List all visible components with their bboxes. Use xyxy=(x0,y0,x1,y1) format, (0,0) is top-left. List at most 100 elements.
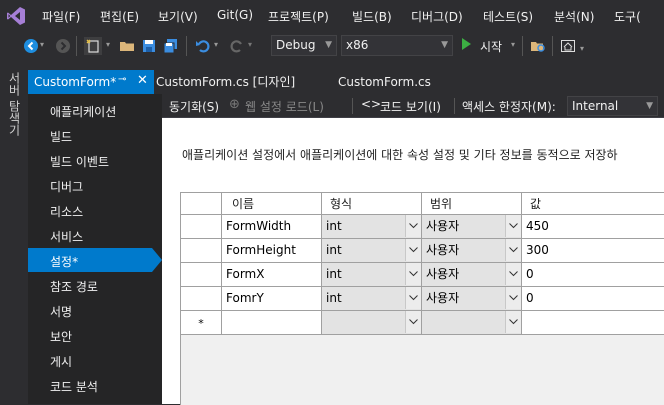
menu-analyze[interactable]: 분석(N) xyxy=(554,8,594,25)
setting-type-dropdown[interactable]: int xyxy=(322,239,422,263)
nav-item-build[interactable]: 빌드 xyxy=(50,128,72,145)
nav-item-reference-paths[interactable]: 참조 경로 xyxy=(50,278,98,295)
nav-item-code-analysis[interactable]: 코드 분석 xyxy=(50,378,98,395)
column-header-type[interactable]: 형식 xyxy=(322,193,422,215)
setting-scope-value: 사용자 xyxy=(426,243,460,257)
menu-build[interactable]: 빌드(B) xyxy=(352,8,392,25)
menu-debug[interactable]: 디버그(D) xyxy=(411,8,463,25)
tab-designer[interactable]: CustomForm.cs [디자인] xyxy=(156,70,295,94)
chevron-down-icon[interactable] xyxy=(505,263,521,285)
save-all-icon[interactable] xyxy=(162,37,180,55)
setting-type-dropdown[interactable]: int xyxy=(322,263,422,287)
nav-item-signing[interactable]: 서명 xyxy=(50,303,72,320)
toolbar-overflow-icon[interactable]: ▾ xyxy=(580,44,584,53)
setting-scope-dropdown[interactable]: 사용자 xyxy=(422,287,522,311)
setting-scope-dropdown[interactable]: 사용자 xyxy=(422,263,522,287)
access-modifier-select[interactable]: Internal ▼ xyxy=(567,96,658,116)
row-header[interactable] xyxy=(181,263,222,287)
back-dropdown-icon[interactable]: ▾ xyxy=(40,40,44,49)
chevron-down-icon[interactable] xyxy=(505,287,521,309)
server-explorer-tab[interactable]: 서버 탐색기 xyxy=(6,72,23,136)
nav-item-application[interactable]: 애플리케이션 xyxy=(50,103,116,120)
row-header[interactable] xyxy=(181,215,222,239)
nav-item-debug[interactable]: 디버그 xyxy=(50,178,83,195)
new-setting-type-dropdown[interactable] xyxy=(322,311,422,335)
setting-type-value: int xyxy=(326,243,342,257)
solution-config-value: Debug xyxy=(276,38,316,52)
setting-scope-value: 사용자 xyxy=(426,219,460,233)
setting-name-cell[interactable]: FormX xyxy=(222,263,322,287)
setting-name-cell[interactable]: FormHeight xyxy=(222,239,322,263)
close-tab-icon[interactable]: ✕ xyxy=(137,73,148,88)
chevron-down-icon: ▼ xyxy=(325,40,332,50)
chevron-down-icon[interactable] xyxy=(405,215,421,237)
menu-edit[interactable]: 편집(E) xyxy=(100,8,139,25)
nav-item-security[interactable]: 보안 xyxy=(50,328,72,345)
menu-project[interactable]: 프로젝트(P) xyxy=(268,8,329,25)
back-icon[interactable] xyxy=(22,37,40,55)
row-header[interactable] xyxy=(181,287,222,311)
undo-icon[interactable] xyxy=(194,37,212,55)
chevron-down-icon[interactable] xyxy=(405,287,421,309)
column-header-scope[interactable]: 범위 xyxy=(422,193,522,215)
setting-type-value: int xyxy=(326,267,342,281)
forward-icon[interactable] xyxy=(54,37,72,55)
setting-type-dropdown[interactable]: int xyxy=(322,215,422,239)
start-play-icon[interactable] xyxy=(462,38,471,50)
nav-item-resources[interactable]: 리소스 xyxy=(50,203,83,220)
solution-config-select[interactable]: Debug ▼ xyxy=(271,35,337,56)
save-icon[interactable] xyxy=(140,37,158,55)
menu-git[interactable]: Git(G) xyxy=(217,8,253,22)
chevron-down-icon[interactable] xyxy=(505,239,521,261)
setting-name-cell[interactable]: FomrY xyxy=(222,287,322,311)
nav-selection-arrow xyxy=(152,248,162,272)
nav-item-build-events[interactable]: 빌드 이벤트 xyxy=(50,153,109,170)
setting-value-cell[interactable]: 0 xyxy=(522,263,664,287)
platform-select[interactable]: x86 ▼ xyxy=(341,35,453,56)
new-setting-name-cell[interactable] xyxy=(222,311,322,335)
find-in-files-icon[interactable] xyxy=(529,37,547,55)
tab-code[interactable]: CustomForm.cs xyxy=(338,70,431,94)
open-folder-icon[interactable] xyxy=(118,37,136,55)
menu-tools[interactable]: 도구( xyxy=(614,8,641,25)
pin-icon[interactable]: ⊸ xyxy=(118,74,126,85)
setting-value-cell[interactable]: 0 xyxy=(522,287,664,311)
chevron-down-icon[interactable] xyxy=(505,311,521,333)
start-dropdown-icon[interactable]: ▾ xyxy=(511,40,515,49)
setting-value-cell[interactable]: 300 xyxy=(522,239,664,263)
menu-test[interactable]: 테스트(S) xyxy=(483,8,533,25)
menu-view[interactable]: 보기(V) xyxy=(158,8,198,25)
column-header-value[interactable]: 값 xyxy=(522,193,664,215)
row-header[interactable] xyxy=(181,239,222,263)
nav-item-services[interactable]: 서비스 xyxy=(50,228,83,245)
settings-grid: 이름 형식 범위 값 FormWidth int 사용자 450 FormHei… xyxy=(180,192,664,405)
column-header-name[interactable]: 이름 xyxy=(222,193,322,215)
chevron-down-icon: ▼ xyxy=(646,101,653,111)
start-page-icon[interactable] xyxy=(559,37,577,55)
view-code-button[interactable]: 코드 보기(I) xyxy=(380,98,441,115)
chevron-down-icon[interactable] xyxy=(405,311,421,333)
nav-item-settings[interactable]: 설정* xyxy=(50,253,78,270)
chevron-down-icon[interactable] xyxy=(405,239,421,261)
setting-type-dropdown[interactable]: int xyxy=(322,287,422,311)
new-setting-scope-dropdown[interactable] xyxy=(422,311,522,335)
nav-item-publish[interactable]: 게시 xyxy=(50,353,72,370)
synchronize-button[interactable]: 동기화(S) xyxy=(169,98,219,115)
setting-value-cell[interactable]: 450 xyxy=(522,215,664,239)
start-button[interactable]: 시작 xyxy=(480,38,502,55)
new-project-icon[interactable] xyxy=(84,37,102,55)
redo-dropdown-icon[interactable]: ▾ xyxy=(248,40,252,49)
chevron-down-icon[interactable] xyxy=(405,263,421,285)
new-dropdown-icon[interactable]: ▾ xyxy=(106,40,110,49)
setting-name-cell[interactable]: FormWidth xyxy=(222,215,322,239)
new-row-marker[interactable]: * xyxy=(181,311,222,335)
new-setting-value-cell[interactable] xyxy=(522,311,664,335)
chevron-down-icon[interactable] xyxy=(505,215,521,237)
menu-file[interactable]: 파일(F) xyxy=(42,8,80,25)
undo-dropdown-icon[interactable]: ▾ xyxy=(214,40,218,49)
setting-scope-dropdown[interactable]: 사용자 xyxy=(422,215,522,239)
load-web-settings-button[interactable]: 웹 설정 로드(L) xyxy=(245,98,324,115)
redo-icon[interactable] xyxy=(228,37,246,55)
setting-scope-dropdown[interactable]: 사용자 xyxy=(422,239,522,263)
tab-customform-properties[interactable]: CustomForm* xyxy=(28,70,154,94)
